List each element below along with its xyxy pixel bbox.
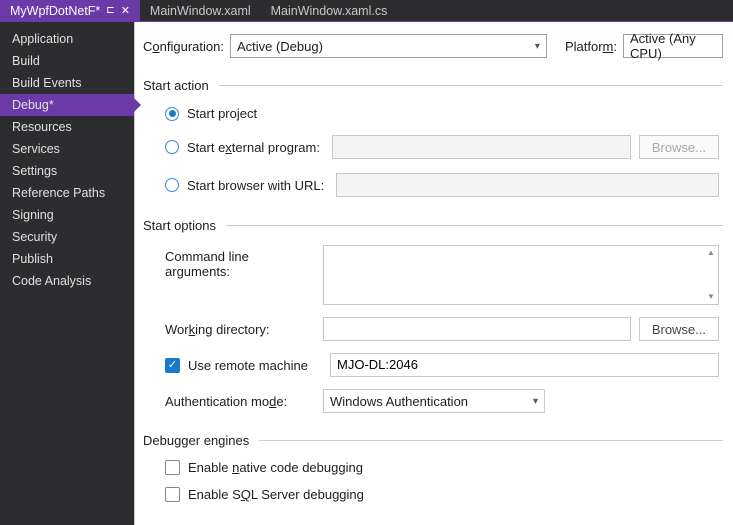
command-line-args-input[interactable]: ▲ ▼: [323, 245, 719, 305]
checkbox-enable-sql-debug[interactable]: Enable SQL Server debugging: [165, 481, 719, 508]
radio-icon: [165, 140, 179, 154]
checkbox-label: Enable SQL Server debugging: [188, 487, 364, 502]
checkbox-enable-native-debug[interactable]: Enable native code debugging: [165, 454, 719, 481]
remote-label: Use remote machine: [188, 358, 322, 373]
sidebar-item-debug[interactable]: Debug*: [0, 94, 134, 116]
sidebar-item-security[interactable]: Security: [0, 226, 134, 248]
sidebar-item-signing[interactable]: Signing: [0, 204, 134, 226]
section-debugger-engines: Debugger engines: [135, 425, 733, 452]
section-title: Start options: [143, 218, 216, 233]
sidebar-item-resources[interactable]: Resources: [0, 116, 134, 138]
row-working-directory: Working directory: Browse...: [165, 311, 719, 347]
platform-value: Active (Any CPU): [630, 31, 716, 61]
checkbox-icon: [165, 358, 180, 373]
sidebar-item-services[interactable]: Services: [0, 138, 134, 160]
radio-icon: [165, 107, 179, 121]
sidebar-item-build[interactable]: Build: [0, 50, 134, 72]
radio-start-project[interactable]: Start project: [165, 99, 719, 128]
tab-label: MyWpfDotNetF*: [10, 4, 100, 18]
row-auth-mode: Authentication mode: Windows Authenticat…: [165, 383, 719, 419]
working-directory-input[interactable]: [323, 317, 631, 341]
wd-label: Working directory:: [165, 322, 315, 337]
cla-label: Command line arguments:: [165, 245, 315, 279]
radio-label: Start project: [187, 106, 257, 121]
radio-label: Start external program:: [187, 140, 320, 155]
row-use-remote-machine[interactable]: Use remote machine MJO-DL:2046: [165, 347, 719, 383]
section-start-action: Start action: [135, 70, 733, 97]
configuration-label: Configuration:: [143, 39, 224, 54]
divider: [226, 225, 723, 226]
sidebar-item-reference-paths[interactable]: Reference Paths: [0, 182, 134, 204]
scroll-up-icon[interactable]: ▲: [704, 246, 718, 260]
radio-label: Start browser with URL:: [187, 178, 324, 193]
scroll-down-icon[interactable]: ▼: [704, 290, 718, 304]
close-icon[interactable]: ✕: [121, 4, 130, 17]
radio-start-browser-url[interactable]: Start browser with URL:: [165, 166, 719, 204]
external-program-input[interactable]: [332, 135, 631, 159]
sidebar-item-application[interactable]: Application: [0, 28, 134, 50]
pin-icon[interactable]: ⊏: [106, 5, 114, 16]
sidebar-item-build-events[interactable]: Build Events: [0, 72, 134, 94]
configuration-dropdown[interactable]: Active (Debug) ▾: [230, 34, 547, 58]
config-row: Configuration: Active (Debug) ▾ Platform…: [135, 34, 733, 70]
properties-sidebar: ApplicationBuildBuild EventsDebug*Resour…: [0, 22, 134, 525]
section-title: Start action: [143, 78, 209, 93]
platform-label: Platform:: [565, 39, 617, 54]
divider: [219, 85, 723, 86]
sidebar-item-publish[interactable]: Publish: [0, 248, 134, 270]
browser-url-input[interactable]: [336, 173, 719, 197]
section-start-options: Start options: [135, 210, 733, 237]
radio-icon: [165, 178, 179, 192]
sidebar-item-code-analysis[interactable]: Code Analysis: [0, 270, 134, 292]
configuration-value: Active (Debug): [237, 39, 323, 54]
sidebar-item-settings[interactable]: Settings: [0, 160, 134, 182]
section-title: Debugger engines: [143, 433, 249, 448]
chevron-down-icon: ▾: [533, 396, 538, 407]
divider: [259, 440, 723, 441]
chevron-down-icon: ▾: [535, 41, 540, 52]
tab-project-properties[interactable]: MyWpfDotNetF* ⊏ ✕: [0, 0, 140, 22]
checkbox-icon: [165, 487, 180, 502]
platform-dropdown[interactable]: Active (Any CPU): [623, 34, 723, 58]
browse-external-button[interactable]: Browse...: [639, 135, 719, 159]
document-tabs: MyWpfDotNetF* ⊏ ✕ MainWindow.xaml MainWi…: [0, 0, 733, 22]
checkbox-label: Enable native code debugging: [188, 460, 363, 475]
debug-properties-page: Configuration: Active (Debug) ▾ Platform…: [134, 22, 733, 525]
auth-label: Authentication mode:: [165, 394, 315, 409]
main-area: ApplicationBuildBuild EventsDebug*Resour…: [0, 22, 733, 525]
checkbox-icon: [165, 460, 180, 475]
row-command-line-args: Command line arguments: ▲ ▼: [165, 239, 719, 311]
auth-mode-dropdown[interactable]: Windows Authentication ▾: [323, 389, 545, 413]
auth-value: Windows Authentication: [330, 394, 468, 409]
radio-start-external[interactable]: Start external program: Browse...: [165, 128, 719, 166]
remote-machine-input[interactable]: MJO-DL:2046: [330, 353, 719, 377]
tab-mainwindow-xaml[interactable]: MainWindow.xaml: [140, 0, 261, 22]
tab-label: MainWindow.xaml.cs: [271, 4, 388, 18]
tab-mainwindow-xaml-cs[interactable]: MainWindow.xaml.cs: [261, 0, 398, 22]
browse-working-dir-button[interactable]: Browse...: [639, 317, 719, 341]
tab-label: MainWindow.xaml: [150, 4, 251, 18]
